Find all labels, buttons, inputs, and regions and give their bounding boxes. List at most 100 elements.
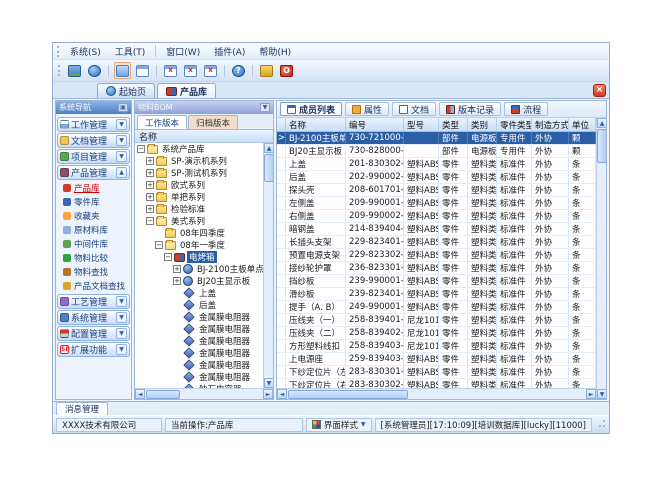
table-row[interactable]: 上盖201-830302-00X塑料ABS零件塑料类标准件外协条 xyxy=(277,158,596,171)
expand-icon[interactable]: + xyxy=(146,193,154,201)
tree-node-金属膜电阻器[interactable]: 金属膜电阻器 xyxy=(135,335,263,347)
close-window-icon-button[interactable]: x xyxy=(202,62,219,79)
tree-node-检验标准[interactable]: +检验标准 xyxy=(135,203,263,215)
column-header-编号[interactable]: 编号 xyxy=(346,118,404,131)
tab-message-management[interactable]: 消息管理 xyxy=(56,402,108,415)
sidebar-item-产品库[interactable]: 产品库 xyxy=(57,181,130,195)
table-row[interactable]: 探头壳208-601701-01X塑料ABS零件塑料类标准件外协条 xyxy=(277,184,596,197)
menu-item-2[interactable]: 工具(T) xyxy=(109,44,152,59)
collapse-icon[interactable]: − xyxy=(155,241,163,249)
toolbar-grip[interactable] xyxy=(57,46,60,57)
table-row[interactable]: 上电源座259-839403-00X塑料ABS零件塑料类标准件外协条 xyxy=(277,353,596,366)
sidebar-group-文档管理[interactable]: 文档管理▼ xyxy=(57,133,130,148)
scroll-left-icon[interactable]: ◄ xyxy=(135,389,145,399)
menu-item-4[interactable]: 插件(A) xyxy=(208,44,251,59)
expand-icon[interactable]: + xyxy=(146,205,154,213)
table-row[interactable]: 滑纱板239-823401-00X塑料ABS零件塑料类标准件外协条 xyxy=(277,288,596,301)
chevron-down-icon[interactable]: ▼ xyxy=(116,344,127,355)
tab-流程[interactable]: 流程 xyxy=(504,102,548,116)
sidebar-item-零件库[interactable]: 零件库 xyxy=(57,195,130,209)
tab-属性[interactable]: 属性 xyxy=(345,102,389,116)
table-row[interactable]: BJ20主显示板730-828000-04X部件电源板专用件外协颗 xyxy=(277,145,596,158)
table-row[interactable]: >BJ-2100主板单点730-721000-12X部件电源板专用件外协颗 xyxy=(277,132,596,145)
sidebar-group-工艺管理[interactable]: 工艺管理▼ xyxy=(57,294,130,309)
tab-归档版本[interactable]: 归档版本 xyxy=(188,115,238,129)
chevron-down-icon[interactable]: ▼ xyxy=(116,119,127,130)
table-row[interactable]: 方形塑料线扣258-839403-00X尼龙1010零件塑料类标准件外协条 xyxy=(277,340,596,353)
scroll-right-icon[interactable]: ► xyxy=(263,389,273,399)
table-row[interactable]: 提手（A. B）249-990001-01X塑料ABS零件塑料类标准件外协条 xyxy=(277,301,596,314)
globe-icon-button[interactable] xyxy=(86,62,103,79)
sidebar-item-中间件库[interactable]: 中间件库 xyxy=(57,237,130,251)
sidebar-item-物料比较[interactable]: 物料比较 xyxy=(57,251,130,265)
column-header-制造方式[interactable]: 制造方式 xyxy=(532,118,569,131)
close-icon[interactable]: × xyxy=(593,84,606,97)
help-icon-button[interactable]: ? xyxy=(230,62,247,79)
chevron-down-icon[interactable]: ▼ xyxy=(116,328,127,339)
tab-产品库[interactable]: 产品库 xyxy=(157,83,216,98)
collapse-icon[interactable]: − xyxy=(146,217,154,225)
expand-icon[interactable]: + xyxy=(146,169,154,177)
menu-item-3[interactable]: 窗口(W) xyxy=(160,44,206,59)
tree-node-电烤箱[interactable]: −电烤箱 xyxy=(135,251,263,263)
sidebar-group-扩展功能[interactable]: SP扩展功能▼ xyxy=(57,342,130,357)
table-row[interactable]: 长插头支架229-823401-00X塑料ABS零件塑料类标准件外协条 xyxy=(277,236,596,249)
panel-dropdown-icon[interactable]: ▼ xyxy=(260,103,270,112)
tree-node-BJ-2100主板单点[interactable]: +BJ-2100主板单点 xyxy=(135,263,263,275)
new-window-icon-button[interactable]: x xyxy=(162,62,179,79)
tree-node-单把系列[interactable]: +单把系列 xyxy=(135,191,263,203)
tree-node-08年一季度[interactable]: −08年一季度 xyxy=(135,239,263,251)
scrollbar-thumb[interactable] xyxy=(264,154,273,182)
tree-node-SP-测试机系列[interactable]: +SP-测试机系列 xyxy=(135,167,263,179)
table-row[interactable]: 预置电源支架229-823302-00X塑料ABS零件塑料类标准件外协条 xyxy=(277,249,596,262)
table-row[interactable]: 暗钢盖214-839404-01X塑料ABS零件塑料类标准件外协条 xyxy=(277,223,596,236)
tab-工作版本[interactable]: 工作版本 xyxy=(137,115,187,129)
sidebar-group-配置管理[interactable]: 配置管理▼ xyxy=(57,326,130,341)
tree-vertical-scrollbar[interactable]: ▲ ▼ xyxy=(263,143,273,388)
scrollbar-thumb[interactable] xyxy=(288,390,408,399)
tree-node-欧式系列[interactable]: +欧式系列 xyxy=(135,179,263,191)
scroll-up-icon[interactable]: ▲ xyxy=(264,143,273,153)
scroll-down-icon[interactable]: ▼ xyxy=(597,389,606,399)
lock-icon-button[interactable] xyxy=(258,62,275,79)
table-row[interactable]: 压线夹（二）258-839402-00X尼龙1010零件塑料类标准件外协条 xyxy=(277,327,596,340)
toolbar-grip[interactable] xyxy=(58,65,61,76)
table-row[interactable]: 下纱定位片（右）283-830302-00X塑料ABS零件塑料类标准件外协条 xyxy=(277,379,596,388)
chevron-down-icon[interactable]: ▼ xyxy=(116,151,127,162)
scrollbar-thumb[interactable] xyxy=(146,390,180,399)
tab-版本记录[interactable]: 版本记录 xyxy=(439,102,501,116)
scroll-up-icon[interactable]: ▲ xyxy=(597,118,606,128)
sidebar-item-物料查找[interactable]: 物料查找 xyxy=(57,265,130,279)
chevron-up-icon[interactable]: ▲ xyxy=(116,167,127,178)
sidebar-group-系统管理[interactable]: 系统管理▼ xyxy=(57,310,130,325)
tree-node-金属膜电阻器[interactable]: 金属膜电阻器 xyxy=(135,347,263,359)
ui-style-selector[interactable]: 界面样式 ▼ xyxy=(306,418,372,432)
expand-icon[interactable]: + xyxy=(173,265,181,273)
folder-browser-icon-button[interactable] xyxy=(114,62,131,79)
tree-node-金属膜电阻器[interactable]: 金属膜电阻器 xyxy=(135,371,263,383)
tab-起始页[interactable]: 起始页 xyxy=(97,83,155,98)
table-row[interactable]: 接纱轮护罩236-823301-00X塑料ABS零件塑料类标准件外协条 xyxy=(277,262,596,275)
table-vertical-scrollbar[interactable]: ▲ ▼ xyxy=(596,118,606,399)
tree-column-header[interactable]: 名称 xyxy=(135,130,273,143)
table-row[interactable]: 挡纱板239-990001-01X塑料ABS零件塑料类标准件外协条 xyxy=(277,275,596,288)
collapse-icon[interactable]: − xyxy=(137,145,145,153)
column-header-零件类型[interactable]: 零件类型 xyxy=(497,118,532,131)
chevron-down-icon[interactable]: ▼ xyxy=(116,296,127,307)
sidebar-item-原材料库[interactable]: 原材料库 xyxy=(57,223,130,237)
tree-node-金属膜电阻器[interactable]: 金属膜电阻器 xyxy=(135,359,263,371)
table-row[interactable]: 后盖202-990002-01X塑料ABS零件塑料类标准件外协条 xyxy=(277,171,596,184)
table-row[interactable]: 下纱定位片（左）283-830301-00X塑料ABS零件塑料类标准件外协条 xyxy=(277,366,596,379)
window-columns-icon-button[interactable] xyxy=(134,62,151,79)
sidebar-group-项目管理[interactable]: 项目管理▼ xyxy=(57,149,130,164)
menu-item-1[interactable]: 系统(S) xyxy=(64,44,107,59)
expand-icon[interactable]: + xyxy=(173,277,181,285)
menu-item-5[interactable]: 帮助(H) xyxy=(253,44,297,59)
sidebar-group-产品管理[interactable]: 产品管理▲ xyxy=(57,165,130,180)
tree-node-系统产品库[interactable]: −系统产品库 xyxy=(135,143,263,155)
desktop-settings-icon-button[interactable] xyxy=(66,62,83,79)
column-header-类别[interactable]: 类别 xyxy=(468,118,497,131)
sidebar-group-工作管理[interactable]: 工作管理▼ xyxy=(57,117,130,132)
tab-成员列表[interactable]: 成员列表 xyxy=(280,102,342,116)
tab-文档[interactable]: 文档 xyxy=(392,102,436,116)
